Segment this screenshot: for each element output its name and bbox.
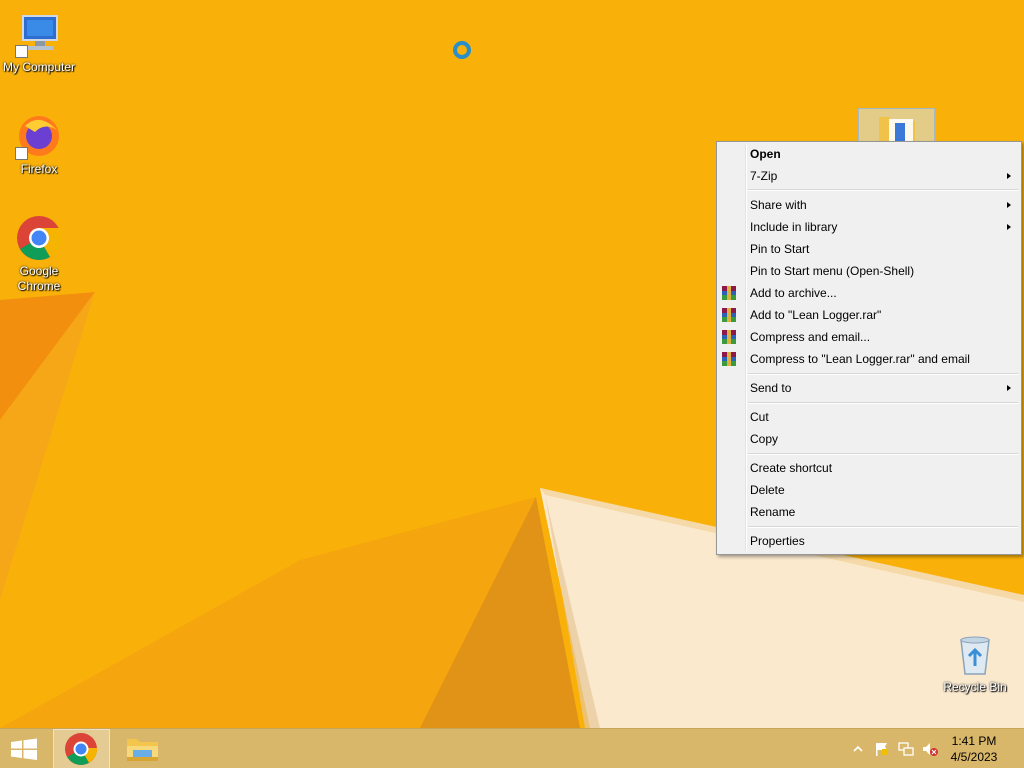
desktop-icon-label: Firefox — [20, 162, 58, 176]
volume-muted-icon[interactable] — [922, 741, 938, 757]
winrar-icon — [722, 308, 736, 322]
menu-item-delete[interactable]: Delete — [719, 479, 1019, 501]
menu-item-create-shortcut[interactable]: Create shortcut — [719, 457, 1019, 479]
selected-folder-item[interactable] — [858, 108, 935, 145]
menu-item-open[interactable]: Open — [719, 143, 1019, 165]
menu-item-label: Compress to "Lean Logger.rar" and email — [750, 352, 970, 366]
menu-item-properties[interactable]: Properties — [719, 530, 1019, 552]
desktop-icon-recycle-bin[interactable]: Recycle Bin — [936, 630, 1014, 695]
menu-item-share-with[interactable]: Share with — [719, 194, 1019, 216]
menu-item-label: Pin to Start — [750, 242, 810, 256]
menu-separator — [748, 373, 1018, 375]
menu-item-add-to-archive[interactable]: Add to archive... — [719, 282, 1019, 304]
desktop-icon-firefox[interactable]: Firefox — [0, 112, 78, 177]
menu-item-7zip[interactable]: 7-Zip — [719, 165, 1019, 187]
my-computer-icon — [15, 10, 63, 58]
show-hidden-icons-chevron[interactable] — [850, 741, 866, 757]
menu-item-compress-and-email[interactable]: Compress and email... — [719, 326, 1019, 348]
menu-separator — [748, 453, 1018, 455]
desktop-icon-label: My Computer — [2, 60, 76, 74]
folder-icon — [879, 117, 915, 145]
menu-separator — [748, 189, 1018, 191]
menu-item-pin-to-start[interactable]: Pin to Start — [719, 238, 1019, 260]
shortcut-arrow-icon — [15, 147, 28, 160]
desktop[interactable]: My Computer Firefox Google Chrome Recycl… — [0, 0, 1024, 728]
desktop-icon-my-computer[interactable]: My Computer — [0, 10, 78, 75]
action-center-flag-icon[interactable] — [874, 741, 890, 757]
menu-separator — [748, 402, 1018, 404]
winrar-icon — [722, 286, 736, 300]
menu-item-pin-to-start-menu-openshell[interactable]: Pin to Start menu (Open-Shell) — [719, 260, 1019, 282]
menu-item-label: Share with — [750, 198, 807, 212]
menu-item-include-in-library[interactable]: Include in library — [719, 216, 1019, 238]
menu-item-label: Include in library — [750, 220, 838, 234]
file-explorer-icon — [127, 739, 158, 761]
taskbar-file-explorer-button[interactable] — [114, 729, 171, 769]
desktop-icon-google-chrome[interactable]: Google Chrome — [0, 214, 78, 294]
taskbar-chrome-button[interactable] — [53, 729, 110, 769]
menu-item-label: Send to — [750, 381, 792, 395]
chrome-icon — [65, 733, 98, 765]
menu-item-label: Add to "Lean Logger.rar" — [750, 308, 882, 322]
submenu-arrow-icon — [1007, 224, 1011, 230]
menu-separator — [748, 526, 1018, 528]
submenu-arrow-icon — [1007, 385, 1011, 391]
submenu-arrow-icon — [1007, 173, 1011, 179]
firefox-icon — [15, 112, 63, 160]
menu-item-compress-to-rar-and-email[interactable]: Compress to "Lean Logger.rar" and email — [719, 348, 1019, 370]
clock[interactable]: 1:41 PM 4/5/2023 — [944, 733, 1004, 765]
context-menu: Open 7-Zip Share with Include in library… — [716, 141, 1022, 555]
windows-logo-icon — [11, 738, 37, 760]
winrar-icon — [722, 330, 736, 344]
menu-item-copy[interactable]: Copy — [719, 428, 1019, 450]
menu-item-send-to[interactable]: Send to — [719, 377, 1019, 399]
menu-item-label: Add to archive... — [750, 286, 837, 300]
clock-date: 4/5/2023 — [950, 750, 998, 764]
winrar-icon — [722, 352, 736, 366]
recycle-bin-icon — [951, 630, 999, 678]
menu-item-label: Copy — [750, 432, 779, 446]
menu-item-cut[interactable]: Cut — [719, 406, 1019, 428]
chrome-icon — [15, 214, 63, 262]
network-icon[interactable] — [898, 741, 914, 757]
menu-item-label: Cut — [750, 410, 769, 424]
menu-item-label: Pin to Start menu (Open-Shell) — [750, 264, 915, 278]
menu-item-label: Delete — [750, 483, 785, 497]
menu-item-label: Create shortcut — [750, 461, 833, 475]
submenu-arrow-icon — [1007, 202, 1011, 208]
menu-item-label: Open — [750, 147, 781, 161]
taskbar: 1:41 PM 4/5/2023 — [0, 728, 1024, 769]
menu-item-label: 7-Zip — [750, 169, 778, 183]
menu-item-label: Compress and email... — [750, 330, 871, 344]
shortcut-arrow-icon — [15, 45, 28, 58]
menu-item-add-to-rar[interactable]: Add to "Lean Logger.rar" — [719, 304, 1019, 326]
clock-time: 1:41 PM — [951, 734, 997, 748]
desktop-icon-label: Google Chrome — [17, 264, 61, 293]
menu-item-label: Properties — [750, 534, 805, 548]
menu-item-label: Rename — [750, 505, 796, 519]
menu-item-rename[interactable]: Rename — [719, 501, 1019, 523]
start-button[interactable] — [0, 729, 48, 769]
desktop-icon-label: Recycle Bin — [943, 680, 1007, 694]
busy-cursor-icon — [453, 41, 471, 59]
